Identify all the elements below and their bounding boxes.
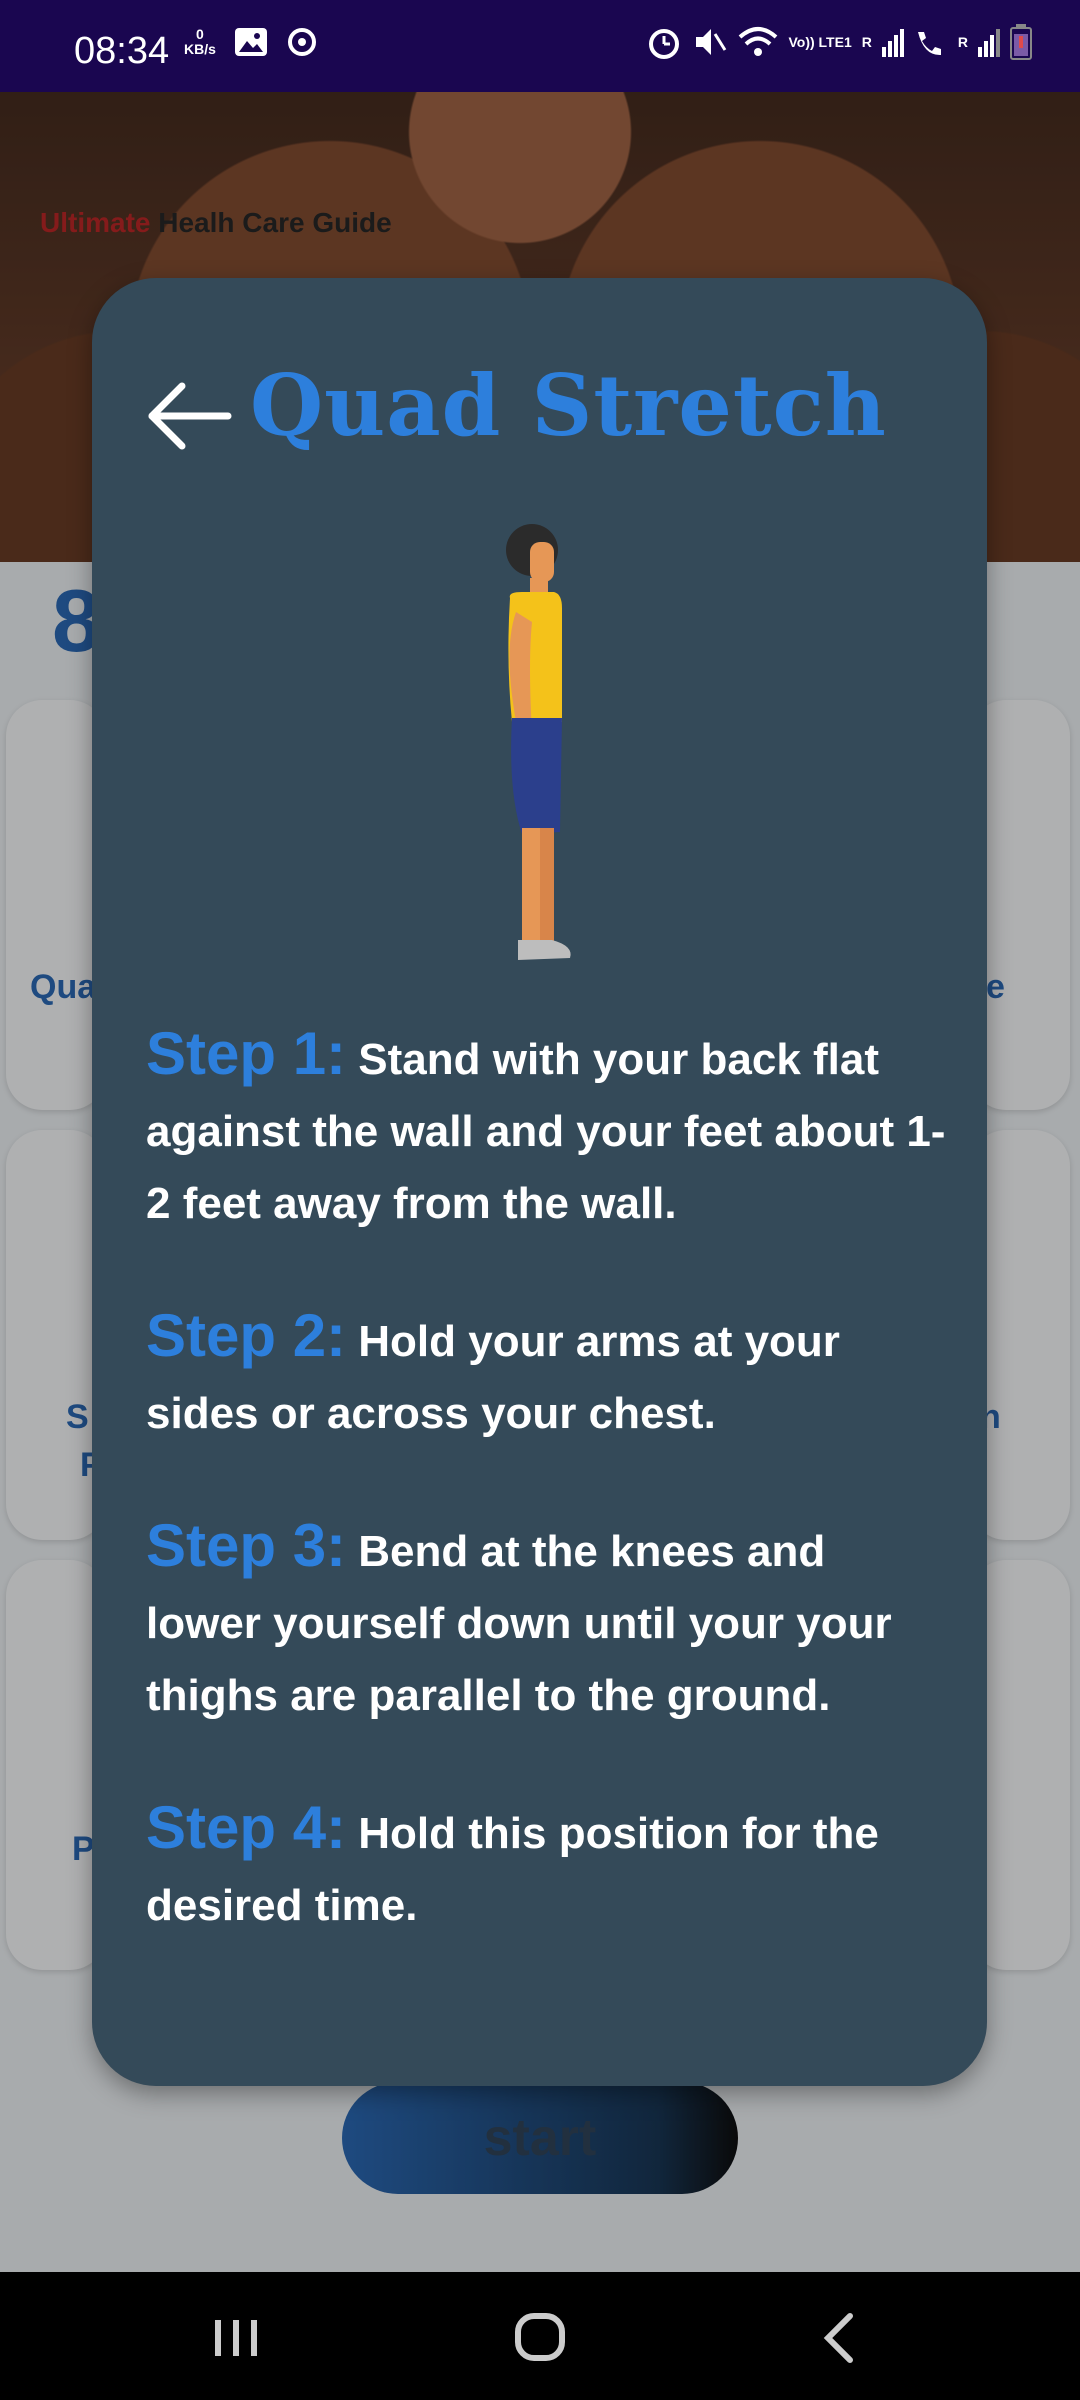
home-icon[interactable] bbox=[500, 2302, 580, 2372]
alarm-icon bbox=[649, 29, 680, 59]
exercise-detail-dialog: Quad Stretch Step 1: Stand with your bac… bbox=[92, 278, 987, 2086]
step-label: Step 2: bbox=[146, 1302, 347, 1369]
signal-2-icon bbox=[978, 29, 1000, 57]
gallery-icon bbox=[234, 28, 267, 56]
volte-tag: Vo)) LTE1 bbox=[788, 33, 852, 50]
step-label: Step 1: bbox=[146, 1020, 347, 1087]
step-label: Step 3: bbox=[146, 1512, 347, 1579]
wifi-call-icon bbox=[917, 32, 941, 56]
back-icon[interactable] bbox=[800, 2302, 880, 2372]
back-arrow-icon[interactable] bbox=[144, 380, 232, 452]
sync-icon bbox=[287, 28, 316, 56]
dialog-title: Quad Stretch bbox=[250, 356, 887, 455]
navigation-bar bbox=[0, 2272, 1080, 2400]
recents-icon[interactable] bbox=[196, 2302, 276, 2372]
network-speed: 0 KB/s bbox=[184, 26, 216, 57]
wifi-icon bbox=[739, 27, 778, 56]
exercise-figure-illustration bbox=[506, 524, 571, 960]
step-item: Step 1: Stand with your back flat agains… bbox=[146, 1018, 946, 1240]
battery-icon bbox=[1010, 24, 1032, 60]
mute-icon bbox=[696, 29, 727, 55]
status-time: 08:34 bbox=[74, 30, 170, 72]
signal-icon bbox=[881, 29, 904, 57]
step-item: Step 2: Hold your arms at your sides or … bbox=[146, 1300, 946, 1450]
step-label: Step 4: bbox=[146, 1794, 347, 1861]
step-item: Step 4: Hold this position for the desir… bbox=[146, 1792, 946, 1942]
status-bar: 08:34 0 KB/s Vo)) LTE1 R R bbox=[0, 0, 1080, 92]
steps-list: Step 1: Stand with your back flat agains… bbox=[146, 1018, 946, 2002]
step-item: Step 3: Bend at the knees and lower your… bbox=[146, 1510, 946, 1732]
